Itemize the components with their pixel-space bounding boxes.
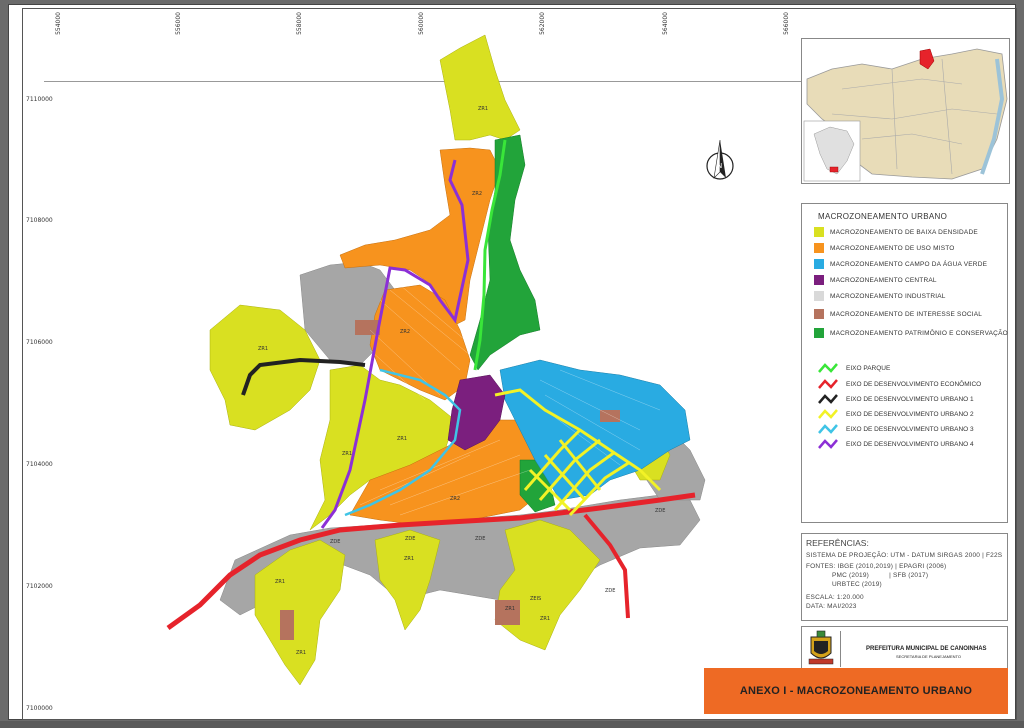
legend-label: MACROZONEAMENTO DE INTERESSE SOCIAL [830,310,983,318]
reference-line: DATA: MAI/2023 [806,603,857,610]
legend-item: MACROZONEAMENTO DE INTERESSE SOCIAL [814,308,982,320]
legend-item: MACROZONEAMENTO PATRIMÔNIO E CONSERVAÇÃO [814,327,1008,339]
zone-label: ZR1 [275,579,285,585]
zone-label: ZDE [475,536,485,542]
zone-low-density-south-2 [374,529,441,631]
zone-label: ZDE [605,588,615,594]
legend-swatch [814,328,824,338]
reference-line: FONTES: IBGE (2010,2019) | EPAGRI (2006) [806,563,947,570]
legend-line-item: EIXO DE DESENVOLVIMENTO URBANO 2 [818,408,974,420]
zone-label: ZR1 [505,606,515,612]
legend-label: MACROZONEAMENTO INDUSTRIAL [830,292,946,300]
zone-label: ZR2 [472,191,482,197]
viewer-bottom-bar [0,721,1024,728]
legend-swatch [814,291,824,301]
legend-label: EIXO DE DESENVOLVIMENTO URBANO 4 [846,440,974,448]
annex-title-bar: ANEXO I - MACROZONEAMENTO URBANO [704,668,1008,714]
legend-item: MACROZONEAMENTO CAMPO DA ÁGUA VERDE [814,258,987,270]
svg-text:N: N [717,162,722,170]
zone-label: ZR1 [478,106,488,112]
references-title: REFERÊNCIAS: [806,538,869,548]
zone-label: ZR1 [258,346,268,352]
zone-label: ZEIS [530,596,541,602]
macrozoning-map[interactable]: ZR1 ZR2 ZR1 ZR1 ZR1 ZR1 ZR1 ZDE ZDE ZDE … [0,0,800,720]
legend-swatch [814,243,824,253]
legend-label: MACROZONEAMENTO DE BAIXA DENSIDADE [830,228,978,236]
zone-label: ZR1 [397,436,407,442]
zone-label: ZR1 [342,451,352,457]
locator-map [802,39,1009,183]
line-swatch [818,379,838,389]
legend-label: EIXO DE DESENVOLVIMENTO ECONÔMICO [846,380,982,388]
legend-label: EIXO DE DESENVOLVIMENTO URBANO 2 [846,410,974,418]
legend-line-item: EIXO PARQUE [818,362,890,374]
reference-line: ESCALA: 1:20.000 [806,594,864,601]
line-swatch [818,439,838,449]
legend-label: MACROZONEAMENTO CAMPO DA ÁGUA VERDE [830,260,988,268]
north-arrow-icon: N [706,139,734,180]
org-panel: PREFEITURA MUNICIPAL DE CANOINHAS SECRET… [801,626,1008,670]
legend-swatch [814,309,824,319]
legend-label: MACROZONEAMENTO CENTRAL [830,276,937,284]
zone-social-interest [600,410,620,422]
legend-line-item: EIXO DE DESENVOLVIMENTO URBANO 4 [818,438,974,450]
legend-line-item: EIXO DE DESENVOLVIMENTO URBANO 3 [818,423,974,435]
dept-name: SECRETARIA DE PLANEJAMENTO [896,654,961,659]
zone-social-interest [280,610,294,640]
zone-low-density-west [209,304,321,431]
zone-label: ZR1 [540,616,550,622]
legend-title: MACROZONEAMENTO URBANO [818,212,948,221]
line-swatch [818,394,838,404]
line-swatch [818,363,838,373]
legend-label: MACROZONEAMENTO PATRIMÔNIO E CONSERVAÇÃO [830,329,1008,337]
legend-label: MACROZONEAMENTO DE USO MISTO [830,244,955,252]
legend-label: EIXO PARQUE [846,364,891,372]
zone-label: ZR2 [400,329,410,335]
legend-swatch [814,227,824,237]
org-name: PREFEITURA MUNICIPAL DE CANOINHAS [866,646,987,652]
annex-title: ANEXO I - MACROZONEAMENTO URBANO [739,685,973,697]
legend-item: MACROZONEAMENTO INDUSTRIAL [814,290,946,302]
reference-line: PMC (2019) | SFB (2017) [832,572,929,579]
reference-line: URBTEC (2019) [832,581,882,588]
zone-social-interest [495,600,520,625]
legend-swatch [814,259,824,269]
locator-inset [801,38,1010,184]
zone-label: ZDE [405,536,415,542]
legend-item: MACROZONEAMENTO DE BAIXA DENSIDADE [814,226,978,238]
references-panel: REFERÊNCIAS: SISTEMA DE PROJEÇÃO: UTM - … [801,533,1008,621]
zone-low-density-north [439,34,521,141]
zone-label: ZDE [655,508,665,514]
legend-label: EIXO DE DESENVOLVIMENTO URBANO 3 [846,425,974,433]
legend-panel: MACROZONEAMENTO URBANO MACROZONEAMENTO D… [801,203,1008,523]
line-swatch [818,409,838,419]
legend-line-item: EIXO DE DESENVOLVIMENTO ECONÔMICO [818,378,981,390]
legend-line-item: EIXO DE DESENVOLVIMENTO URBANO 1 [818,393,974,405]
zone-label: ZR2 [450,496,460,502]
reference-line: SISTEMA DE PROJEÇÃO: UTM - DATUM SIRGAS … [806,552,1003,559]
legend-item: MACROZONEAMENTO CENTRAL [814,274,937,286]
legend-item: MACROZONEAMENTO DE USO MISTO [814,242,955,254]
zone-label: ZR1 [296,650,306,656]
coat-of-arms-icon [808,630,834,665]
zone-label: ZDE [330,539,340,545]
line-swatch [818,424,838,434]
legend-label: EIXO DE DESENVOLVIMENTO URBANO 1 [846,395,974,403]
zone-label: ZR1 [404,556,414,562]
divider [840,631,841,667]
legend-swatch [814,275,824,285]
